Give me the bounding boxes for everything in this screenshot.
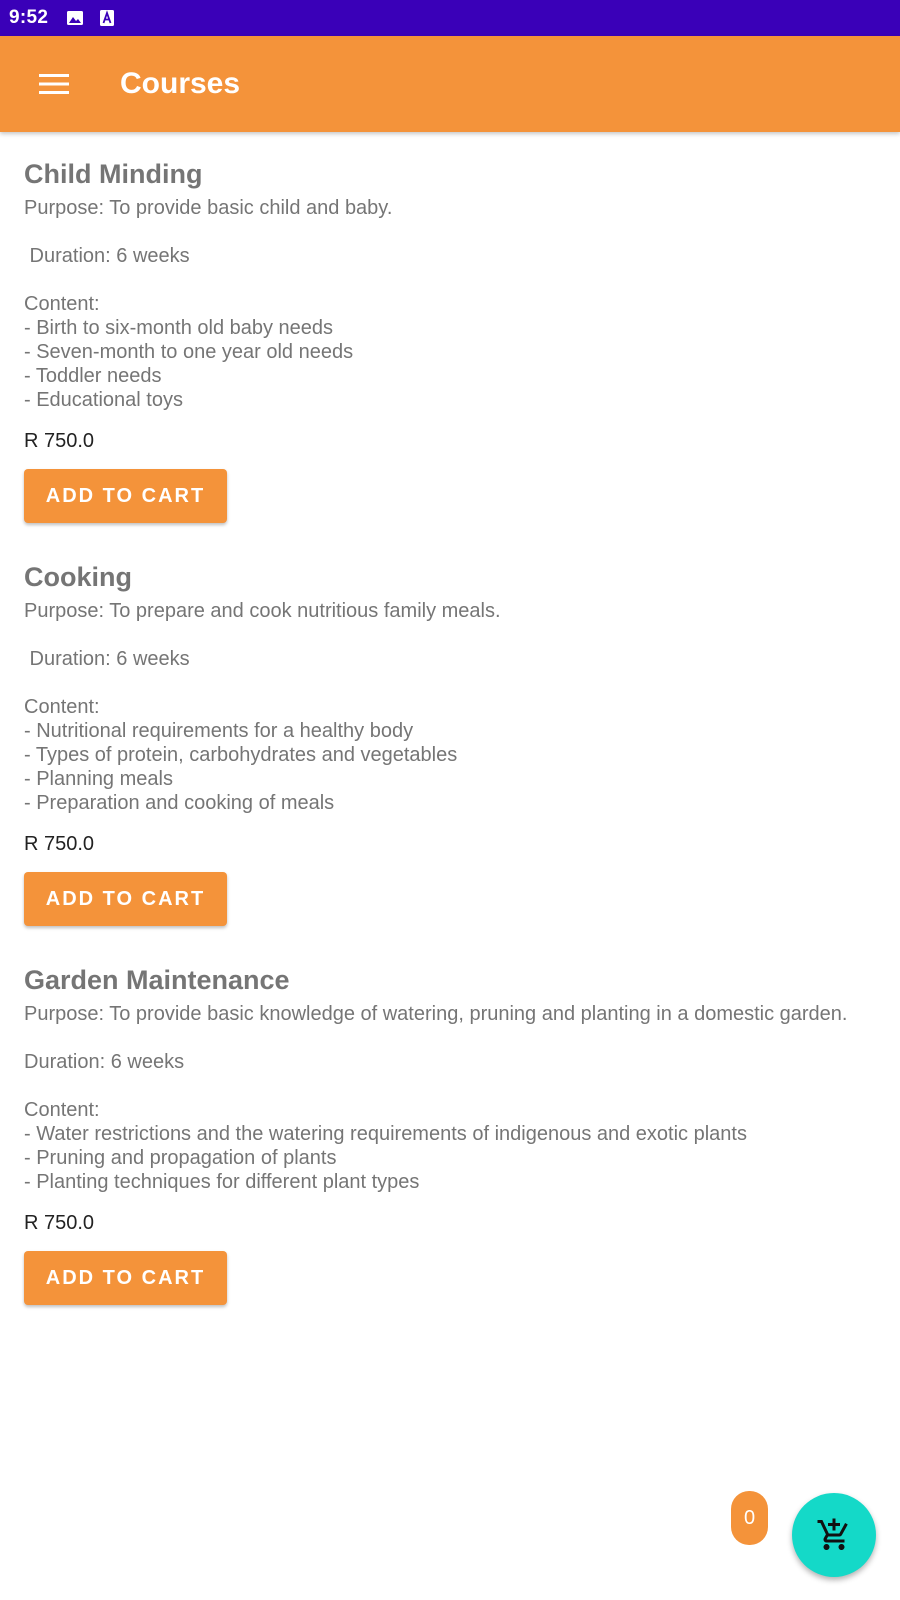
status-time: 9:52 <box>9 7 49 28</box>
course-purpose: Purpose: To prepare and cook nutritious … <box>24 600 501 622</box>
add-to-cart-button[interactable]: ADD TO CART <box>24 469 227 523</box>
course-duration: Duration: 6 weeks <box>24 648 190 670</box>
course-price: R 750.0 <box>24 430 95 452</box>
course-content-item: - Preparation and cooking of meals <box>24 792 335 814</box>
course-purpose: Purpose: To provide basic child and baby… <box>24 197 393 219</box>
course-card-garden-maintenance: Garden Maintenance Purpose: To provide b… <box>24 964 876 1305</box>
cart-count-badge: 0 <box>731 1491 768 1545</box>
course-content-heading: Content: <box>24 1099 100 1121</box>
add-shopping-cart-icon <box>816 1517 852 1553</box>
course-list: Child Minding Purpose: To provide basic … <box>24 132 876 1343</box>
cart-fab-button[interactable] <box>792 1493 876 1577</box>
course-content-item: - Water restrictions and the watering re… <box>24 1123 747 1145</box>
add-to-cart-button[interactable]: ADD TO CART <box>24 1251 227 1305</box>
course-content-item: - Educational toys <box>24 389 183 411</box>
status-bar: 9:52 <box>0 0 900 36</box>
course-content-item: - Planting techniques for different plan… <box>24 1171 420 1193</box>
course-title: Cooking <box>24 562 132 592</box>
course-price: R 750.0 <box>24 833 95 855</box>
course-content-item: - Seven-month to one year old needs <box>24 341 354 363</box>
course-content-heading: Content: <box>24 293 100 315</box>
image-icon <box>66 9 84 27</box>
app-bar: Courses <box>0 36 900 132</box>
course-card-cooking: Cooking Purpose: To prepare and cook nut… <box>24 561 876 926</box>
course-content-item: - Birth to six-month old baby needs <box>24 317 334 339</box>
course-content-item: - Types of protein, carbohydrates and ve… <box>24 744 458 766</box>
page-title: Courses <box>120 67 241 100</box>
course-card-child-minding: Child Minding Purpose: To provide basic … <box>24 158 876 523</box>
add-to-cart-button[interactable]: ADD TO CART <box>24 872 227 926</box>
course-content-heading: Content: <box>24 696 100 718</box>
course-content-item: - Nutritional requirements for a healthy… <box>24 720 414 742</box>
course-title: Child Minding <box>24 159 203 189</box>
course-duration: Duration: 6 weeks <box>24 245 190 267</box>
text-a-icon <box>98 9 116 27</box>
course-title: Garden Maintenance <box>24 965 290 995</box>
course-price: R 750.0 <box>24 1212 95 1234</box>
course-purpose: Purpose: To provide basic knowledge of w… <box>24 1003 848 1025</box>
course-content-item: - Pruning and propagation of plants <box>24 1147 337 1169</box>
course-duration: Duration: 6 weeks <box>24 1051 185 1073</box>
hamburger-menu-icon[interactable] <box>26 56 82 112</box>
course-content-item: - Toddler needs <box>24 365 162 387</box>
course-content-item: - Planning meals <box>24 768 173 790</box>
